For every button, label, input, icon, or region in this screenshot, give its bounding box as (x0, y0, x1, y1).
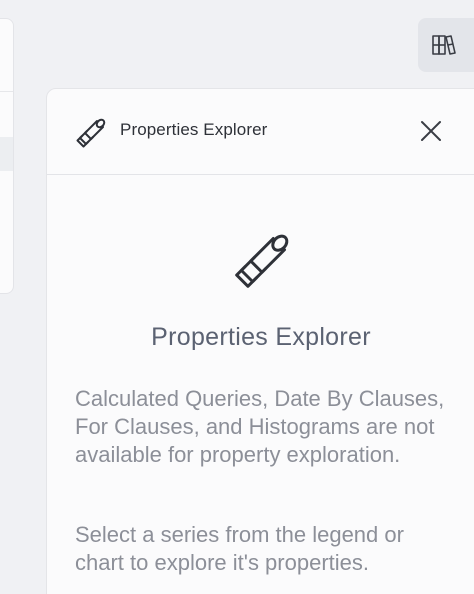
divider (0, 91, 13, 92)
empty-state-title: Properties Explorer (151, 323, 371, 351)
empty-state-message: Calculated Queries, Date By Clauses, For… (75, 386, 445, 467)
books-icon (432, 35, 456, 55)
panel-title: Properties Explorer (120, 120, 268, 139)
panel-toggle-button[interactable] (418, 18, 474, 72)
left-card (0, 18, 14, 294)
telescope-icon (75, 117, 107, 154)
app-viewport: Properties Explorer Properties Explorer … (0, 0, 474, 594)
empty-state-hint: Select a series from the legend or chart… (75, 522, 404, 575)
close-icon (421, 121, 441, 141)
close-button[interactable] (419, 119, 443, 143)
telescope-icon (232, 231, 292, 296)
list-item-selected[interactable] (0, 137, 13, 171)
properties-explorer-panel: Properties Explorer Properties Explorer … (46, 88, 474, 594)
panel-header: Properties Explorer (47, 89, 474, 175)
